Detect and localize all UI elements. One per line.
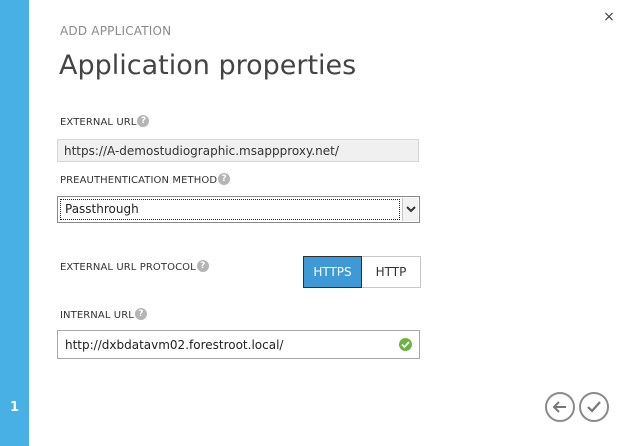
- protocol-option-https[interactable]: HTTPS: [303, 256, 362, 288]
- external-url-label-text: EXTERNAL URL: [60, 117, 137, 128]
- dialog-supertitle: ADD APPLICATION: [60, 24, 172, 38]
- back-button[interactable]: [545, 392, 575, 422]
- protocol-option-http[interactable]: HTTP: [362, 256, 421, 288]
- chevron-down-icon: [406, 206, 416, 213]
- preauth-help-icon[interactable]: ?: [218, 172, 231, 185]
- valid-check-icon: [399, 338, 412, 351]
- step-rail: 1: [0, 0, 29, 446]
- arrow-left-icon: [552, 401, 566, 413]
- external-url-label: EXTERNAL URL ?: [60, 114, 150, 128]
- preauth-select[interactable]: Passthrough: [57, 196, 420, 223]
- preauth-label-text: PREAUTHENTICATION METHOD: [60, 175, 218, 186]
- finish-button[interactable]: [579, 392, 609, 422]
- add-application-dialog: 1 × ADD APPLICATION Application properti…: [0, 0, 628, 446]
- step-number: 1: [9, 400, 20, 415]
- page-title: Application properties: [59, 50, 357, 81]
- close-icon[interactable]: ×: [601, 9, 617, 25]
- internal-url-help-icon[interactable]: ?: [134, 307, 147, 320]
- internal-url-label: INTERNAL URL ?: [60, 307, 147, 321]
- external-url-field: https://A-demostudiographic.msappproxy.n…: [57, 139, 419, 162]
- protocol-label-text: EXTERNAL URL PROTOCOL: [60, 262, 196, 273]
- checkmark-icon: [401, 341, 410, 349]
- protocol-help-icon[interactable]: ?: [196, 259, 209, 272]
- protocol-toggle: HTTPS HTTP: [303, 256, 421, 288]
- external-url-help-icon[interactable]: ?: [137, 114, 150, 127]
- preauth-dropdown-arrow[interactable]: [402, 198, 418, 221]
- protocol-label: EXTERNAL URL PROTOCOL ?: [60, 259, 209, 273]
- preauth-selected-value: Passthrough: [60, 199, 400, 220]
- internal-url-input[interactable]: [57, 330, 420, 359]
- internal-url-label-text: INTERNAL URL: [60, 310, 134, 321]
- checkmark-icon: [587, 401, 601, 413]
- preauth-label: PREAUTHENTICATION METHOD ?: [60, 172, 231, 186]
